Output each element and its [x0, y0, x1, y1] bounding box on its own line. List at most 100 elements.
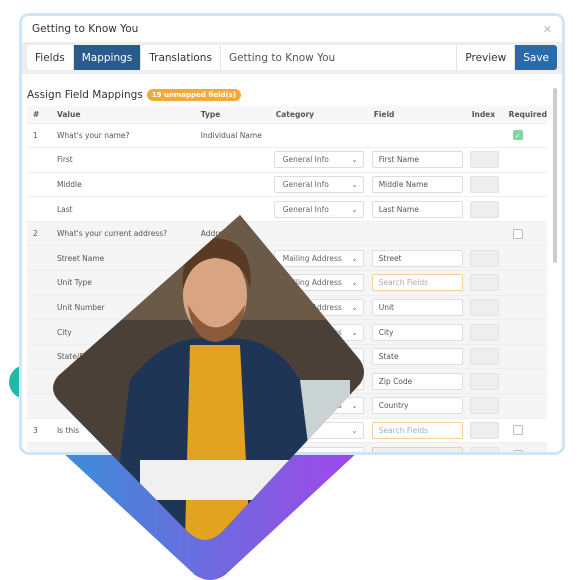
close-icon[interactable]: ✕	[543, 23, 552, 36]
chevron-down-icon: ⌄	[351, 278, 358, 288]
category-value: Mailing Address	[282, 253, 342, 263]
chevron-down-icon: ⌄	[351, 327, 358, 337]
table-row: 4 How long hav Category... ⌄ Search Fields	[27, 442, 547, 452]
required-checkbox[interactable]: ✓	[512, 130, 523, 141]
index-input[interactable]	[469, 421, 499, 439]
title-bar: Getting to Know You ✕	[22, 16, 562, 42]
category-select[interactable]: Mailing Address ⌄	[273, 397, 364, 415]
column-header: Type	[194, 106, 274, 123]
index-input[interactable]	[469, 397, 499, 415]
row-value: Unit Number	[56, 302, 105, 312]
table-row: 2 What's your current address? Address	[27, 220, 547, 246]
category-select[interactable]: General Info ⌄	[273, 151, 364, 169]
tab-translations[interactable]: Translations	[141, 45, 221, 70]
chevron-down-icon: ⌄	[351, 451, 357, 452]
row-value: First	[56, 155, 73, 165]
section-title: Assign Field Mappings	[27, 89, 143, 101]
chevron-down-icon: ⌄	[351, 401, 358, 411]
field-input[interactable]: State	[371, 348, 463, 366]
field-input[interactable]: Middle Name	[371, 175, 463, 193]
index-input[interactable]	[469, 249, 499, 267]
column-header: Required	[506, 106, 547, 123]
field-input[interactable]: Street	[371, 249, 463, 267]
index-input[interactable]	[469, 348, 499, 366]
index-input[interactable]	[469, 200, 499, 218]
table-row: City Mailing Address ⌄ City	[27, 319, 547, 345]
tab-bar: Fields Mappings Translations Getting to …	[27, 45, 557, 70]
chevron-down-icon: ⌄	[351, 376, 358, 386]
chevron-down-icon: ⌄	[351, 204, 358, 214]
index-input[interactable]	[469, 175, 499, 193]
row-value: What's your current address?	[56, 229, 168, 239]
field-input[interactable]: Last Name	[371, 200, 463, 218]
tab-fields[interactable]: Fields	[27, 45, 74, 70]
field-input[interactable]: Country	[371, 397, 463, 415]
row-value: City	[56, 327, 72, 337]
tab-mappings[interactable]: Mappings	[73, 45, 142, 70]
category-value: Mailing Address	[282, 278, 342, 288]
index-input[interactable]	[469, 446, 499, 452]
chevron-down-icon: ⌄	[351, 302, 358, 312]
field-search-input[interactable]: Search Fields	[371, 274, 463, 292]
category-select[interactable]: Field ⌄	[273, 421, 364, 439]
row-value: Unit Type	[56, 278, 92, 288]
table-row: Middle General Info ⌄ Middle Name	[27, 171, 547, 197]
category-value: General Info	[282, 155, 329, 165]
row-type: Individual Name	[200, 130, 262, 140]
category-select[interactable]: Category... ⌄	[273, 446, 364, 452]
field-search-input[interactable]: Search Fields	[371, 446, 463, 452]
index-input[interactable]	[469, 323, 499, 341]
index-input[interactable]	[469, 274, 499, 292]
category-value: Mailing Address	[282, 302, 342, 312]
required-checkbox[interactable]	[512, 228, 523, 239]
index-input[interactable]	[469, 151, 499, 169]
form-title-input[interactable]: Getting to Know You	[221, 45, 458, 70]
category-select[interactable]: Mailing Address ⌄	[273, 298, 364, 316]
field-input[interactable]: First Name	[371, 151, 463, 169]
chevron-down-icon: ⌄	[351, 179, 358, 189]
category-value: Mailing Address	[282, 376, 342, 386]
chevron-down-icon: ⌄	[351, 155, 358, 165]
table-row: Mailing Address ⌄ Country	[27, 393, 547, 419]
required-checkbox[interactable]	[512, 450, 523, 452]
field-input[interactable]: Unit	[371, 298, 463, 316]
row-number: 2	[33, 229, 38, 239]
category-select[interactable]: General Info ⌄	[273, 200, 364, 218]
column-header: Field	[371, 106, 470, 123]
chevron-down-icon: ⌄	[351, 253, 358, 263]
category-select[interactable]: General Info ⌄	[273, 175, 364, 193]
category-select[interactable]: Mailing Address ⌄	[273, 348, 364, 366]
category-select[interactable]: Mailing Address ⌄	[273, 249, 364, 267]
index-input[interactable]	[469, 298, 499, 316]
table-row: Last General Info ⌄ Last Name	[27, 196, 547, 222]
row-value: Street Name	[56, 253, 105, 263]
category-value: Category...	[283, 451, 323, 452]
chevron-down-icon: ⌄	[351, 352, 358, 362]
scrollbar[interactable]	[553, 88, 557, 263]
field-search-input[interactable]: Search Fields	[371, 421, 463, 439]
column-header: Value	[50, 106, 195, 123]
index-input[interactable]	[469, 372, 499, 390]
category-select[interactable]: Mailing Address ⌄	[273, 274, 364, 292]
field-input[interactable]: City	[371, 323, 463, 341]
table-row: 3 Is this Field ⌄ Search Fields	[27, 417, 547, 443]
row-number: 1	[33, 130, 38, 140]
category-select[interactable]: Mailing Address ⌄	[273, 372, 364, 390]
unmapped-badge: 19 unmapped field(s)	[146, 89, 242, 101]
required-checkbox[interactable]	[512, 425, 523, 436]
window-title: Getting to Know You	[32, 23, 139, 35]
category-value: General Info	[282, 204, 329, 214]
table-row: First General Info ⌄ First Name	[27, 147, 547, 173]
table-row: Unit Type Mailing Address ⌄ Search Fields	[27, 270, 547, 296]
row-value: What's your name?	[56, 130, 130, 140]
save-button[interactable]: Save	[515, 45, 557, 70]
field-input[interactable]: Zip Code	[371, 372, 463, 390]
category-select[interactable]: Mailing Address ⌄	[273, 323, 364, 341]
category-value: Mailing Address	[282, 401, 342, 411]
preview-button[interactable]: Preview	[457, 45, 516, 70]
row-type: Address	[200, 229, 231, 239]
row-value: Middle	[56, 179, 82, 189]
column-header: Category	[273, 106, 372, 123]
table-row: Unit Number Mailing Address ⌄ Unit	[27, 294, 547, 320]
row-value: Last	[56, 204, 73, 214]
